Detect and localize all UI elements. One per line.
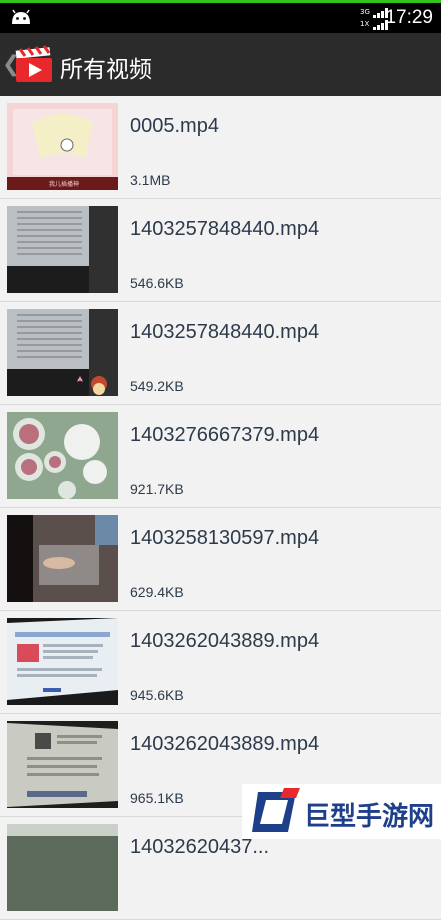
network-type-3g: 3G [360, 8, 370, 16]
video-row[interactable]: 1403276667379.mp4 921.7KB [0, 405, 441, 508]
video-thumbnail: 我儿插播神 [7, 103, 118, 190]
video-thumbnail [7, 206, 118, 293]
video-thumbnail [7, 412, 118, 499]
video-row[interactable]: 我儿插播神 0005.mp4 3.1MB [0, 96, 441, 199]
video-size: 549.2KB [130, 378, 184, 394]
video-name: 1403258130597.mp4 [130, 527, 320, 549]
video-size: 629.4KB [130, 584, 184, 600]
video-size: 945.6KB [130, 687, 184, 703]
watermark-logo-icon [252, 788, 300, 832]
video-size: 921.7KB [130, 481, 184, 497]
video-thumbnail [7, 309, 118, 396]
clapperboard-play-icon[interactable] [15, 45, 53, 83]
video-size: 3.1MB [130, 172, 171, 188]
video-name: 1403257848440.mp4 [130, 218, 320, 240]
video-row[interactable]: 1403257848440.mp4 549.2KB [0, 302, 441, 405]
video-row[interactable]: 1403262043889.mp4 945.6KB [0, 611, 441, 714]
status-bar: 3G 1X 17:29 [0, 0, 441, 33]
video-name: 1403276667379.mp4 [130, 424, 320, 446]
video-thumbnail [7, 618, 118, 705]
clock: 17:29 [385, 7, 433, 28]
video-name: 14032620437... [130, 836, 270, 858]
video-name: 1403257848440.mp4 [130, 321, 320, 343]
video-name: 1403262043889.mp4 [130, 630, 320, 652]
video-row[interactable]: 1403257848440.mp4 546.6KB [0, 199, 441, 302]
network-type-1x: 1X [360, 20, 370, 28]
video-thumbnail [7, 515, 118, 602]
video-thumbnail [7, 824, 118, 911]
watermark: 巨型手游网 [242, 784, 441, 839]
video-row[interactable]: 1403258130597.mp4 629.4KB [0, 508, 441, 611]
video-name: 1403262043889.mp4 [130, 733, 320, 755]
video-size: 546.6KB [130, 275, 184, 291]
watermark-text: 巨型手游网 [304, 802, 435, 832]
video-name: 0005.mp4 [130, 115, 219, 137]
app-bar: ❮ 所有视频 [0, 33, 441, 96]
android-icon [12, 9, 30, 24]
video-size: 965.1KB [130, 790, 184, 806]
video-thumbnail [7, 721, 118, 808]
page-title: 所有视频 [60, 57, 152, 83]
thumbnail-caption: 我儿插播神 [49, 180, 79, 188]
